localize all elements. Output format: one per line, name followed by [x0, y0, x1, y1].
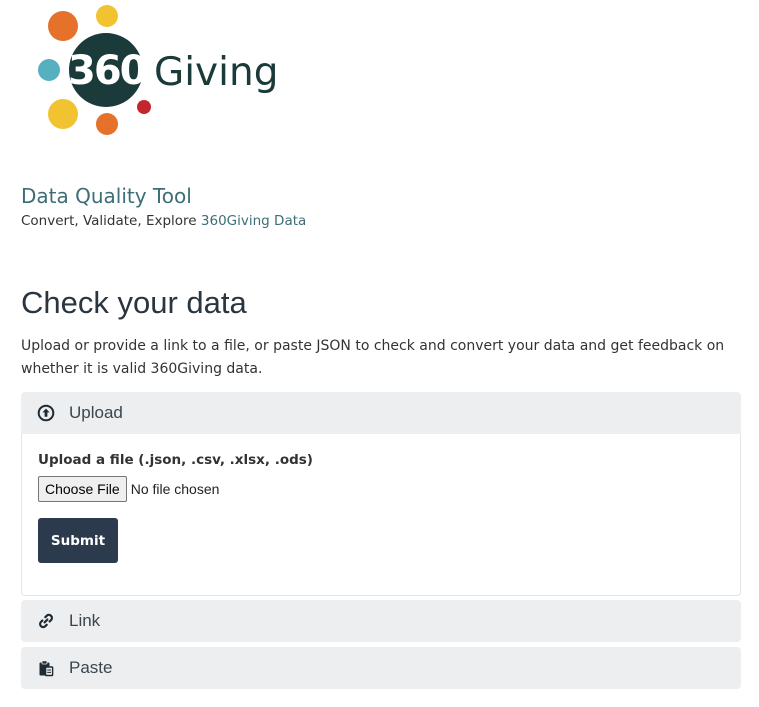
upload-tab[interactable]: Upload: [21, 392, 741, 434]
intro-text: Upload or provide a link to a file, or p…: [21, 338, 725, 377]
upload-tab-label: Upload: [69, 403, 123, 422]
submit-button[interactable]: Submit: [38, 518, 118, 563]
subtitle-highlight: 360Giving Data: [200, 213, 307, 229]
arrow-circle-up-icon: [37, 404, 55, 422]
upload-panel: Upload a file (.json, .csv, .xlsx, .ods)…: [21, 434, 741, 596]
subtitle-text: Convert, Validate, Explore: [21, 213, 201, 229]
logo-wordmark: Giving: [154, 50, 279, 95]
file-input[interactable]: Choose File No file chosen: [38, 476, 219, 502]
paste-tab[interactable]: Paste: [21, 647, 741, 689]
upload-field-label: Upload a file (.json, .csv, .xlsx, .ods): [38, 452, 313, 468]
logo-number: 360: [68, 48, 147, 94]
page: 360 Giving Data Quality Tool Convert, Va…: [0, 0, 759, 707]
choose-file-button[interactable]: Choose File: [38, 476, 127, 502]
page-title: Check your data: [21, 285, 247, 320]
paste-tab-label: Paste: [69, 658, 113, 677]
clipboard-paste-icon: [37, 659, 55, 677]
link-icon: [37, 612, 55, 630]
link-tab-label: Link: [69, 611, 101, 630]
360giving-logo[interactable]: 360 Giving: [36, 4, 286, 138]
link-tab[interactable]: Link: [21, 600, 741, 642]
tool-title: Data Quality Tool: [21, 184, 192, 208]
file-status: No file chosen: [130, 481, 220, 497]
tool-subtitle: Convert, Validate, Explore 360Giving Dat…: [21, 213, 306, 229]
